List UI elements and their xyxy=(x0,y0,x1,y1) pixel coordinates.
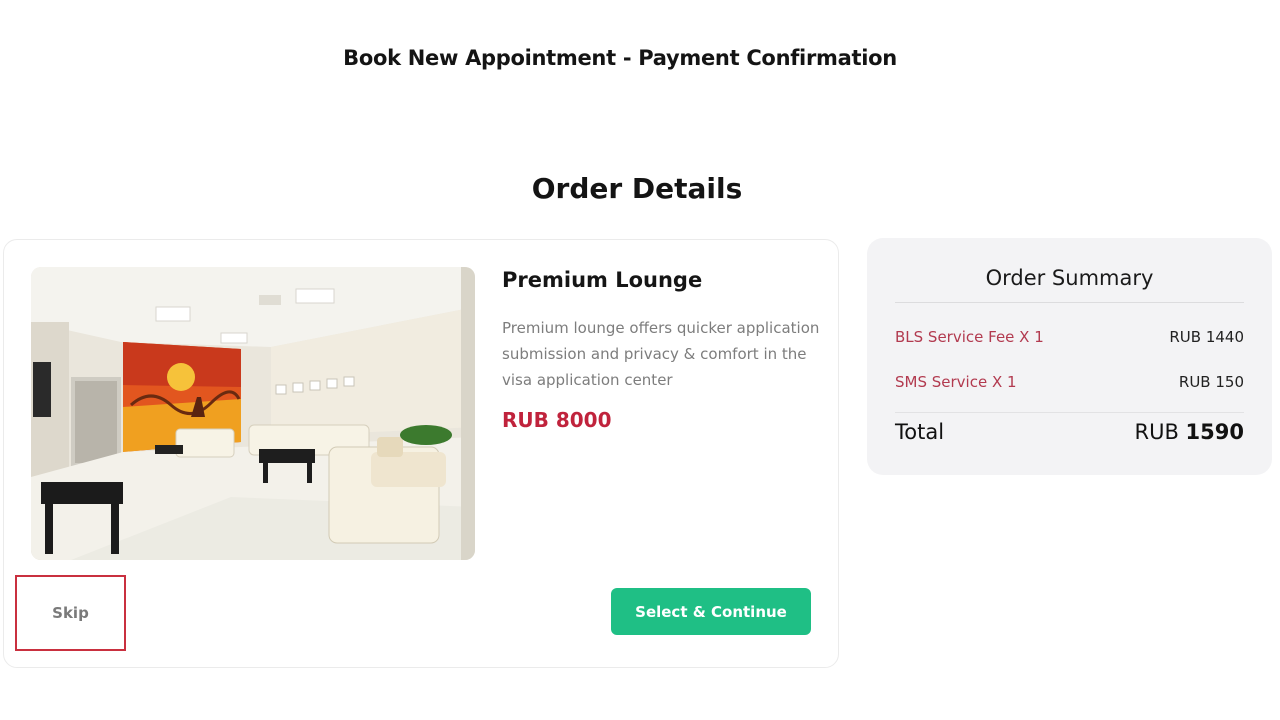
summary-item-amount: RUB 150 xyxy=(1178,373,1244,391)
summary-item-label: SMS Service X 1 xyxy=(895,373,1017,391)
summary-item-label: BLS Service Fee X 1 xyxy=(895,328,1044,346)
summary-item-bls-fee: BLS Service Fee X 1 RUB 1440 xyxy=(895,328,1244,346)
product-description: Premium lounge offers quicker applicatio… xyxy=(502,319,820,389)
summary-item-amount: RUB 1440 xyxy=(1169,328,1244,346)
select-continue-button[interactable]: Select & Continue xyxy=(611,588,811,635)
summary-item-sms-service: SMS Service X 1 RUB 150 xyxy=(895,373,1244,391)
product-price: RUB 8000 xyxy=(502,408,612,432)
product-name: Premium Lounge xyxy=(502,268,703,292)
lounge-photo xyxy=(31,267,475,560)
summary-divider xyxy=(895,412,1244,413)
total-amount: RUB 1590 xyxy=(1134,420,1244,444)
order-summary-card: Order Summary BLS Service Fee X 1 RUB 14… xyxy=(867,238,1272,475)
summary-total-row: Total RUB 1590 xyxy=(895,420,1244,444)
premium-lounge-card: Premium Lounge Premium lounge offers qui… xyxy=(3,239,839,668)
total-label: Total xyxy=(895,420,945,444)
payment-confirmation-page: Book New Appointment - Payment Confirmat… xyxy=(0,0,1280,720)
total-value: 1590 xyxy=(1185,420,1244,444)
skip-button[interactable]: Skip xyxy=(15,575,126,651)
summary-divider xyxy=(895,302,1244,303)
order-summary-title: Order Summary xyxy=(985,266,1154,290)
total-currency: RUB xyxy=(1134,420,1179,444)
order-details-heading: Order Details xyxy=(531,172,743,205)
page-title: Book New Appointment - Payment Confirmat… xyxy=(343,46,897,70)
